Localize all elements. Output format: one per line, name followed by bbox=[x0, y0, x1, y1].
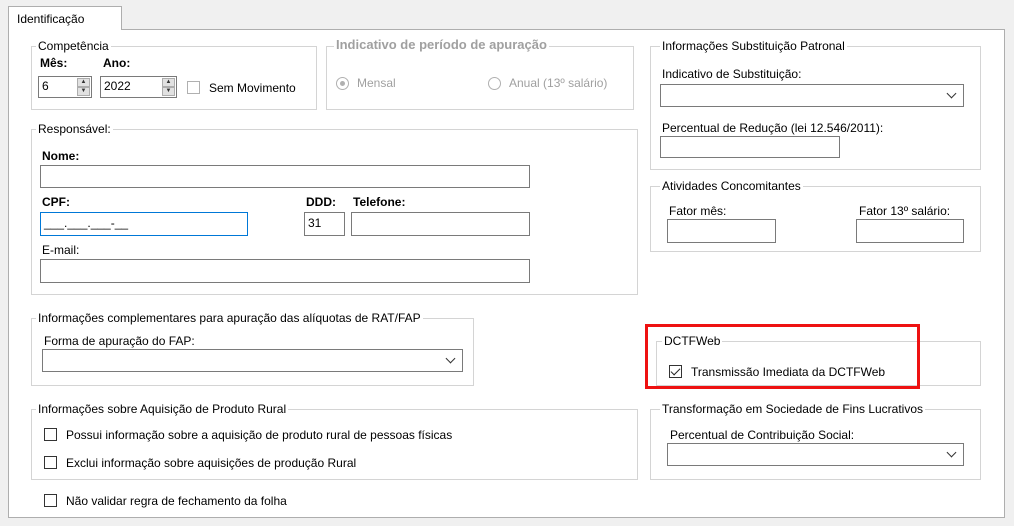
sem-movimento-label: Sem Movimento bbox=[209, 81, 296, 95]
mes-label: Mês: bbox=[40, 56, 68, 70]
ano-down-button[interactable]: ▼ bbox=[162, 87, 175, 96]
mensal-radio[interactable] bbox=[336, 77, 349, 90]
fator-13-input[interactable] bbox=[856, 219, 964, 243]
chevron-down-icon bbox=[946, 88, 957, 99]
cpf-input[interactable]: ___.___.___-__ bbox=[40, 212, 248, 236]
mes-stepper[interactable]: 6 ▲ ▼ bbox=[38, 76, 92, 98]
mes-value: 6 bbox=[42, 79, 49, 93]
rural-opt1-label: Possui informação sobre a aquisição de p… bbox=[66, 428, 453, 442]
rat-title: Informações complementares para apuração… bbox=[36, 311, 423, 325]
telefone-label: Telefone: bbox=[353, 195, 406, 209]
forma-fap-select[interactable] bbox=[42, 349, 463, 372]
anual-label: Anual (13º salário) bbox=[509, 76, 608, 90]
ddd-label: DDD: bbox=[306, 195, 336, 209]
telefone-input[interactable] bbox=[351, 212, 530, 236]
rural-opt2-label: Exclui informação sobre aquisições de pr… bbox=[66, 456, 357, 470]
chevron-down-icon bbox=[445, 353, 456, 364]
cpf-label: CPF: bbox=[42, 195, 70, 209]
responsavel-title: Responsável: bbox=[36, 122, 113, 136]
atividades-title: Atividades Concomitantes bbox=[660, 179, 803, 193]
rural-opt2-checkbox[interactable] bbox=[44, 456, 57, 469]
fator-mes-input[interactable] bbox=[667, 219, 776, 243]
email-input[interactable] bbox=[40, 259, 530, 283]
indicativo-select[interactable] bbox=[660, 84, 964, 107]
nome-input[interactable] bbox=[40, 165, 530, 188]
nao-validar-label: Não validar regra de fechamento da folha bbox=[66, 494, 287, 508]
ano-up-button[interactable]: ▲ bbox=[162, 78, 175, 87]
rural-title: Informações sobre Aquisição de Produto R… bbox=[36, 402, 289, 416]
chevron-down-icon bbox=[946, 447, 957, 458]
periodo-title: Indicativo de período de apuração bbox=[334, 37, 549, 52]
ano-stepper[interactable]: 2022 ▲ ▼ bbox=[100, 76, 177, 98]
ano-value: 2022 bbox=[104, 79, 131, 93]
rural-opt1-checkbox[interactable] bbox=[44, 428, 57, 441]
tab-identificacao[interactable]: Identificação bbox=[8, 6, 122, 30]
sem-movimento-checkbox[interactable] bbox=[187, 81, 200, 94]
ddd-input[interactable]: 31 bbox=[304, 212, 345, 236]
nome-label: Nome: bbox=[42, 149, 80, 163]
anual-radio[interactable] bbox=[488, 77, 501, 90]
transformacao-title: Transformação em Sociedade de Fins Lucra… bbox=[660, 402, 926, 416]
tab-label: Identificação bbox=[17, 12, 85, 26]
fator-13-label: Fator 13º salário: bbox=[859, 204, 951, 218]
percentual-reducao-input[interactable] bbox=[660, 136, 840, 158]
email-label: E-mail: bbox=[42, 243, 80, 257]
ano-label: Ano: bbox=[103, 56, 131, 70]
contribuicao-label: Percentual de Contribuição Social: bbox=[670, 428, 855, 442]
substituicao-title: Informações Substituição Patronal bbox=[660, 39, 847, 53]
highlight-box bbox=[645, 324, 920, 389]
nao-validar-checkbox[interactable] bbox=[44, 494, 57, 507]
contribuicao-select[interactable] bbox=[667, 443, 964, 466]
percentual-reducao-label: Percentual de Redução (lei 12.546/2011): bbox=[662, 121, 884, 135]
indicativo-label: Indicativo de Substituição: bbox=[662, 67, 802, 81]
mensal-label: Mensal bbox=[357, 76, 396, 90]
fator-mes-label: Fator mês: bbox=[669, 204, 727, 218]
forma-fap-label: Forma de apuração do FAP: bbox=[44, 334, 195, 348]
mes-up-button[interactable]: ▲ bbox=[77, 78, 90, 87]
competencia-title: Competência bbox=[36, 39, 111, 53]
mes-down-button[interactable]: ▼ bbox=[77, 87, 90, 96]
